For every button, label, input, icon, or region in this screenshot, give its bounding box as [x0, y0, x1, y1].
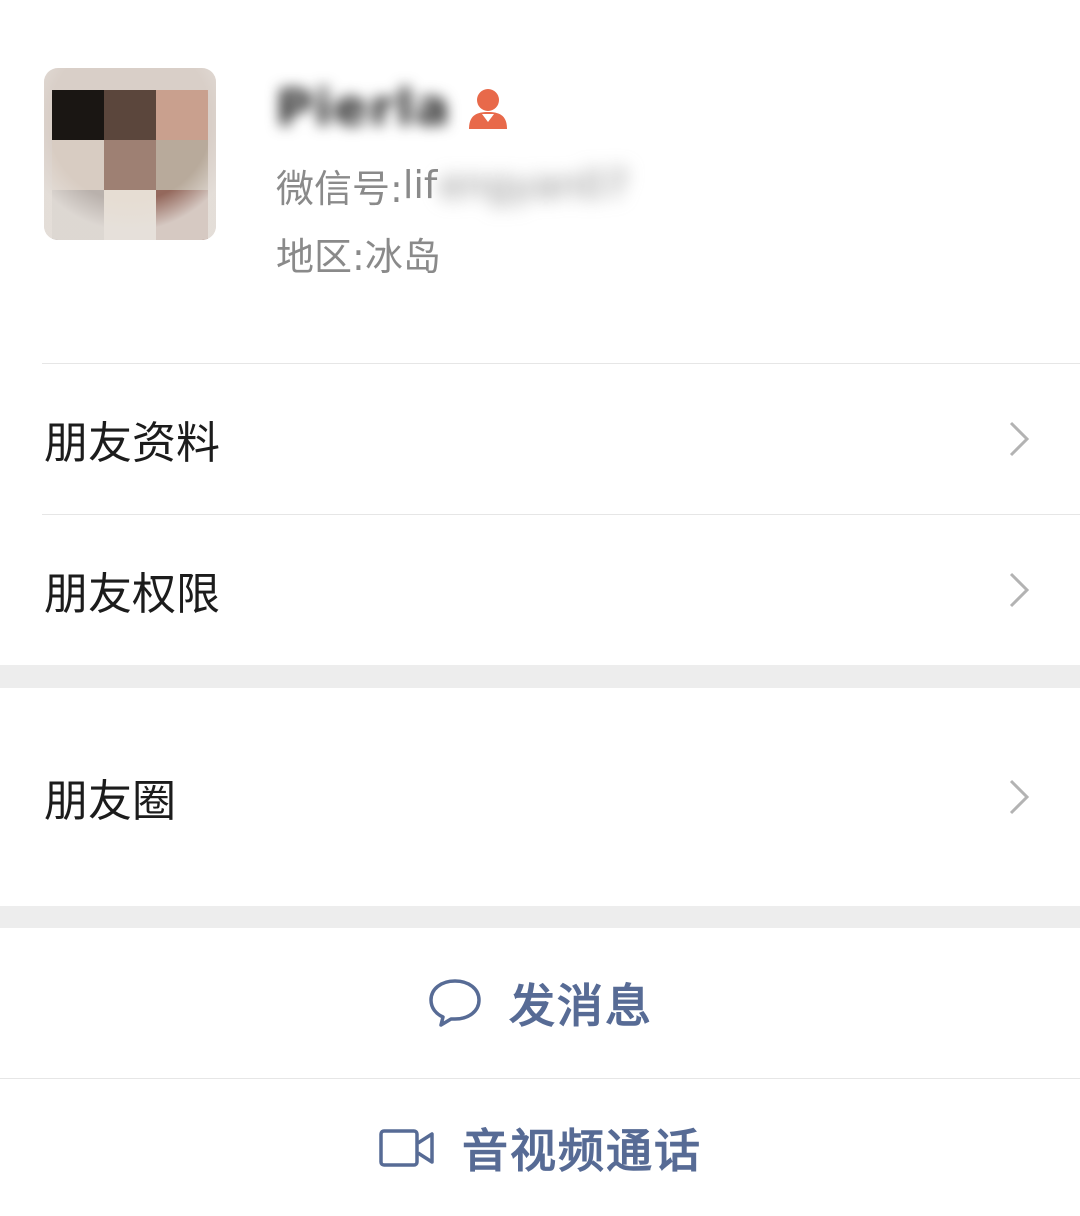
moments-row[interactable]: 朋友圈: [0, 688, 1080, 906]
name-row: Pierla: [276, 78, 511, 138]
friend-permissions-label: 朋友权限: [44, 569, 220, 620]
friend-permissions-row[interactable]: 朋友权限: [0, 515, 1080, 665]
avatar-border: [44, 68, 216, 240]
video-call-button[interactable]: 音视频通话: [0, 1079, 1080, 1216]
wechat-id-hidden: engyan07: [439, 163, 630, 207]
section-gap: [0, 906, 1080, 928]
profile-name: Pierla: [276, 79, 452, 137]
contact-person-icon: [465, 85, 511, 131]
region-value: 冰岛: [364, 234, 441, 279]
send-message-label: 发消息: [509, 979, 653, 1033]
send-message-button[interactable]: 发消息: [0, 928, 1080, 1078]
wechat-id: 微信号: lif engyan07: [276, 160, 630, 211]
wechat-id-label: 微信号:: [276, 166, 403, 211]
avatar[interactable]: [44, 68, 216, 240]
chat-bubble-icon: [429, 979, 481, 1027]
moments-label: 朋友圈: [44, 776, 176, 827]
region-label: 地区:: [276, 234, 365, 279]
wechat-id-value: lif: [402, 163, 438, 207]
chevron-right-icon: [1009, 421, 1030, 457]
friend-info-label: 朋友资料: [44, 418, 220, 469]
chevron-right-icon: [1009, 779, 1030, 815]
region: 地区: 冰岛: [276, 228, 441, 279]
video-camera-icon: [379, 1128, 434, 1167]
friend-info-row[interactable]: 朋友资料: [0, 364, 1080, 514]
section-gap: [0, 665, 1080, 688]
chevron-right-icon: [1009, 572, 1030, 608]
video-call-label: 音视频通话: [462, 1123, 702, 1178]
profile-header: Pierla 微信号: lif engyan07 地区: 冰岛: [0, 0, 1080, 364]
